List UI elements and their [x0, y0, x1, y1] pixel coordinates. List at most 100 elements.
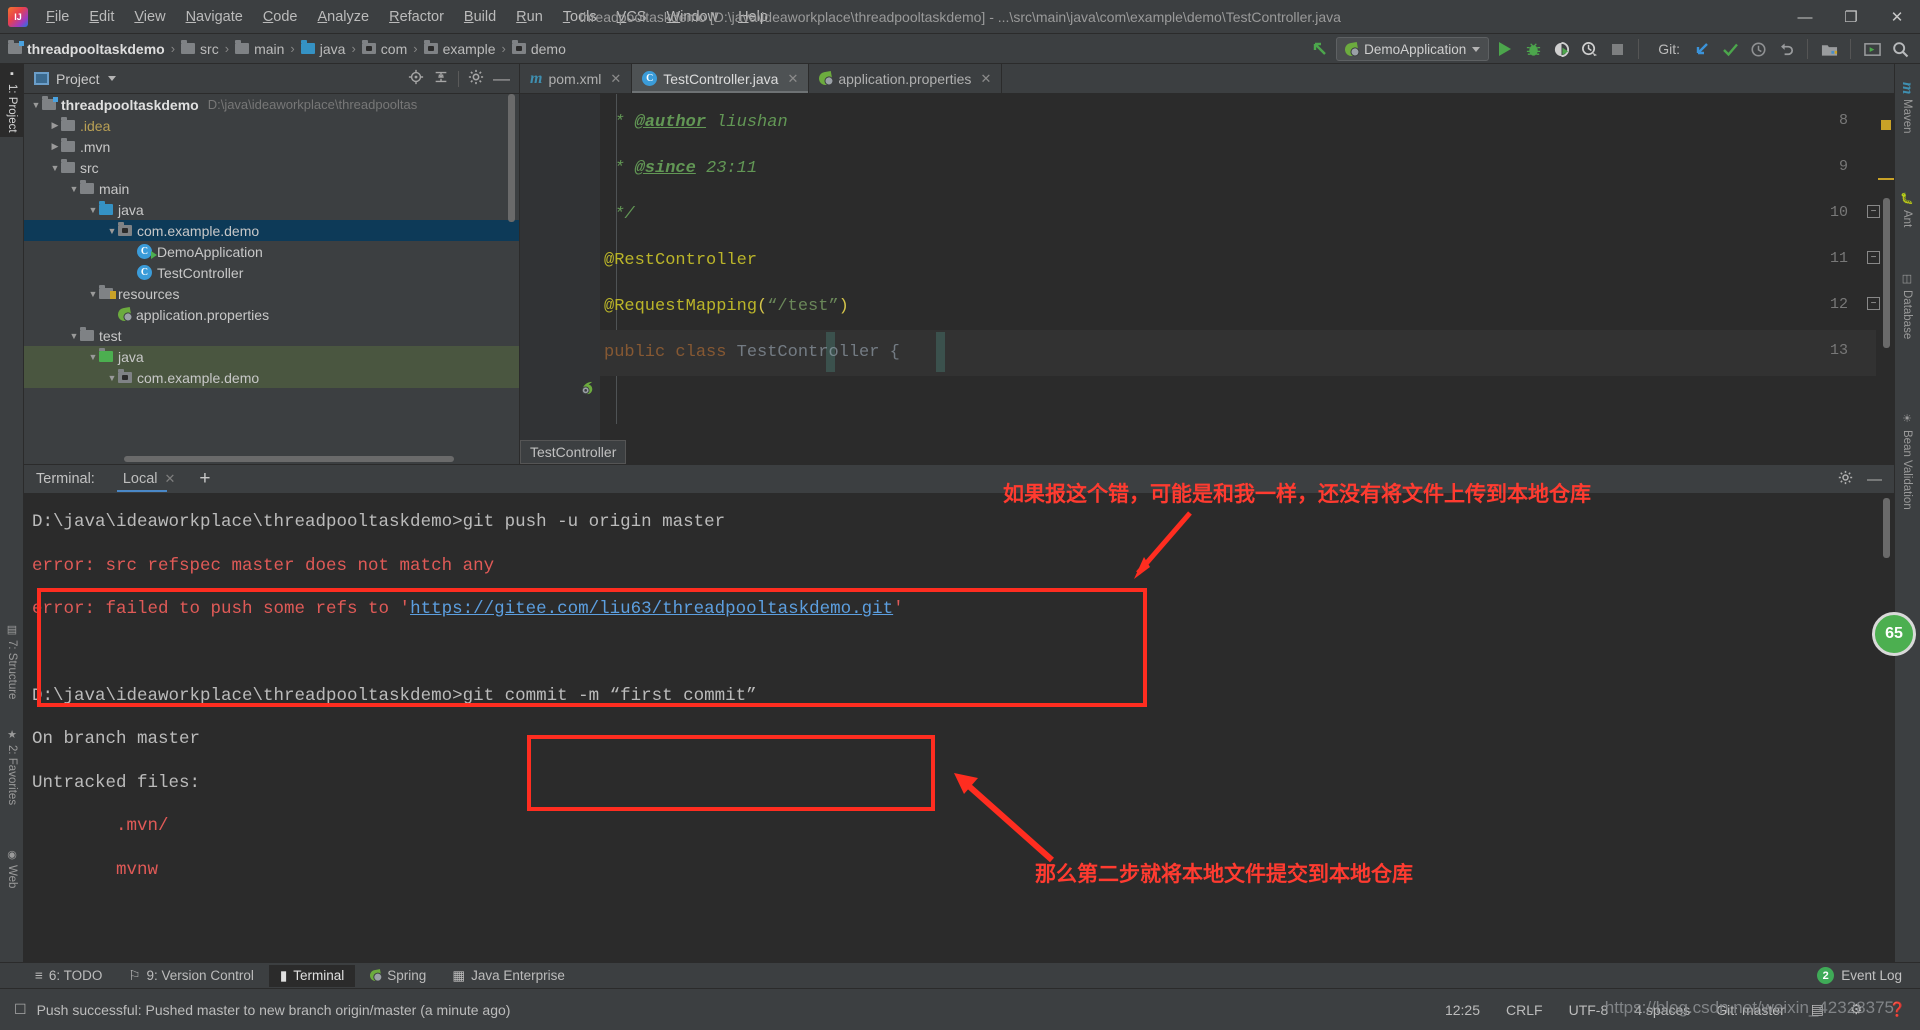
back-arrow-icon[interactable] — [1308, 37, 1332, 61]
locate-icon[interactable] — [408, 69, 424, 88]
gear-icon[interactable] — [1838, 470, 1853, 489]
tree-expander[interactable]: ▼ — [106, 373, 118, 383]
menu-item-file[interactable]: File — [36, 5, 79, 29]
tree-node-java[interactable]: ▼ java — [24, 346, 519, 367]
menu-item-help[interactable]: Help — [728, 5, 778, 29]
close-icon[interactable]: ✕ — [787, 71, 798, 87]
breadcrumb[interactable]: threadpooltaskdemo › src › main › java › com › exa… — [8, 40, 566, 57]
tree-expander[interactable]: ▼ — [87, 289, 99, 299]
inspections-icon[interactable]: ⚙ — [1850, 1001, 1863, 1018]
git-update-project-icon[interactable] — [1690, 37, 1714, 61]
collapse-all-icon[interactable] — [433, 69, 449, 88]
tree-node-src[interactable]: ▼ src — [24, 157, 519, 178]
tree-node--mvn[interactable]: ▶ .mvn — [24, 136, 519, 157]
bottom-tab-version-control[interactable]: ⚐ 9: Version Control — [117, 965, 264, 987]
terminal-tab-local[interactable]: Local ✕ — [116, 467, 182, 492]
run-with-coverage-icon[interactable] — [1549, 37, 1573, 61]
breadcrumb-item-main[interactable]: main — [235, 40, 284, 57]
indent-setting[interactable]: 4 spaces — [1634, 1002, 1690, 1018]
hide-icon[interactable]: — — [493, 69, 510, 89]
toggle-icon[interactable]: ▤ — [1811, 1001, 1824, 1018]
file-encoding[interactable]: UTF-8 — [1569, 1002, 1609, 1018]
hide-icon[interactable]: — — [1867, 471, 1882, 488]
tab-application-properties[interactable]: application.properties ✕ — [809, 64, 1003, 93]
project-tree-horizontal-scrollbar[interactable] — [124, 456, 454, 462]
tree-expander[interactable]: ▼ — [68, 184, 80, 194]
close-icon[interactable]: ✕ — [610, 71, 621, 87]
sidebar-item-bean-validation[interactable]: ☀ Bean Validation — [1894, 408, 1920, 514]
breadcrumb-item-demo[interactable]: demo — [511, 40, 566, 57]
menu-item-vcs[interactable]: VCS — [607, 5, 657, 29]
tab-pom-xml[interactable]: m pom.xml ✕ — [520, 64, 633, 93]
tree-node-demoapplication[interactable]: C DemoApplication — [24, 241, 519, 262]
sidebar-item-web[interactable]: ◉ Web — [0, 844, 24, 892]
bottom-tab-java-enterprise[interactable]: ▦ Java Enterprise — [441, 965, 576, 987]
sidebar-item-project[interactable]: ▪ 1: Project — [0, 64, 24, 137]
tree-expander[interactable]: ▶ — [49, 120, 61, 131]
tree-expander[interactable]: ▼ — [87, 205, 99, 215]
breadcrumb-item-com[interactable]: com — [361, 40, 407, 57]
tree-expander[interactable]: ▼ — [106, 226, 118, 236]
profiler-icon[interactable] — [1577, 37, 1601, 61]
sidebar-item-favorites[interactable]: ★ 2: Favorites — [0, 724, 24, 809]
sidebar-item-ant[interactable]: 🐛 Ant — [1894, 188, 1920, 232]
close-icon[interactable]: ✕ — [980, 71, 991, 87]
select-run-target-icon[interactable] — [1860, 37, 1884, 61]
git-history-icon[interactable] — [1746, 37, 1770, 61]
minimize-button[interactable]: — — [1782, 0, 1828, 34]
menu-item-run[interactable]: Run — [506, 5, 553, 29]
tree-node-threadpooltaskdemo[interactable]: ▼ threadpooltaskdemo D:\java\ideaworkplace… — [24, 94, 519, 115]
menu-item-build[interactable]: Build — [454, 5, 506, 29]
git-commit-icon[interactable] — [1718, 37, 1742, 61]
git-branch-widget[interactable]: Git: master — [1716, 1002, 1784, 1018]
tree-node-main[interactable]: ▼ main — [24, 178, 519, 199]
menu-item-view[interactable]: View — [124, 5, 175, 29]
breadcrumb-item-java[interactable]: java — [300, 40, 345, 57]
terminal-output[interactable]: D:\java\ideaworkplace\threadpooltaskdemo… — [24, 494, 1894, 978]
event-log-button[interactable]: 2 Event Log — [1817, 967, 1920, 984]
settings-gear-icon[interactable] — [468, 69, 484, 88]
breadcrumb-item-src[interactable]: src — [181, 40, 219, 57]
search-everywhere-icon[interactable] — [1888, 37, 1912, 61]
tree-expander[interactable]: ▶ — [49, 141, 61, 152]
tree-node-resources[interactable]: ▼ resources — [24, 283, 519, 304]
tree-node-application-properties[interactable]: application.properties — [24, 304, 519, 325]
run-icon[interactable] — [1493, 37, 1517, 61]
sidebar-item-structure[interactable]: ▤ 7: Structure — [0, 619, 24, 703]
menu-item-analyze[interactable]: Analyze — [308, 5, 380, 29]
menu-item-window[interactable]: Window — [656, 5, 728, 29]
line-separator[interactable]: CRLF — [1506, 1002, 1543, 1018]
editor-marker-line[interactable] — [1878, 178, 1894, 180]
tree-node-java[interactable]: ▼ java — [24, 199, 519, 220]
menu-item-code[interactable]: Code — [253, 5, 308, 29]
tree-expander[interactable]: ▼ — [68, 331, 80, 341]
caret-position[interactable]: 12:25 — [1445, 1002, 1480, 1018]
editor-marker-warning[interactable] — [1881, 120, 1891, 130]
spring-bean-gutter-icon[interactable] — [580, 379, 597, 401]
project-tree[interactable]: ▼ threadpooltaskdemo D:\java\ideaworkplace… — [24, 94, 519, 464]
project-tree-vertical-scrollbar[interactable] — [508, 94, 515, 222]
code-fold-marker[interactable]: − — [1867, 251, 1880, 264]
breadcrumb-item-threadpooltaskdemo[interactable]: threadpooltaskdemo — [8, 40, 165, 57]
stop-icon[interactable] — [1605, 37, 1629, 61]
bottom-tab-spring[interactable]: Spring — [359, 965, 437, 986]
inspection-progress-badge[interactable]: 65 — [1872, 612, 1916, 656]
bottom-tab-todo[interactable]: ≡ 6: TODO — [24, 965, 113, 986]
tree-node--idea[interactable]: ▶ .idea — [24, 115, 519, 136]
sidebar-item-database[interactable]: ◫ Database — [1894, 268, 1920, 343]
run-configuration-selector[interactable]: DemoApplication — [1336, 37, 1490, 61]
tree-node-com-example-demo[interactable]: ▼ com.example.demo — [24, 220, 519, 241]
editor-vertical-scrollbar[interactable] — [1883, 198, 1890, 348]
breadcrumb-item-example[interactable]: example — [423, 40, 496, 57]
code-fold-marker[interactable]: − — [1867, 205, 1880, 218]
chevron-down-icon[interactable] — [107, 76, 116, 81]
menu-item-refactor[interactable]: Refactor — [379, 5, 454, 29]
menu-item-edit[interactable]: Edit — [79, 5, 124, 29]
close-icon[interactable]: ✕ — [165, 471, 176, 487]
debug-icon[interactable] — [1521, 37, 1545, 61]
menu-bar[interactable]: File Edit View Navigate Code Analyze Refactor B… — [36, 5, 778, 29]
menu-item-navigate[interactable]: Navigate — [176, 5, 253, 29]
project-structure-icon[interactable] — [1817, 37, 1841, 61]
new-terminal-tab-button[interactable]: + — [199, 468, 210, 490]
sidebar-item-maven[interactable]: m Maven — [1894, 78, 1920, 138]
